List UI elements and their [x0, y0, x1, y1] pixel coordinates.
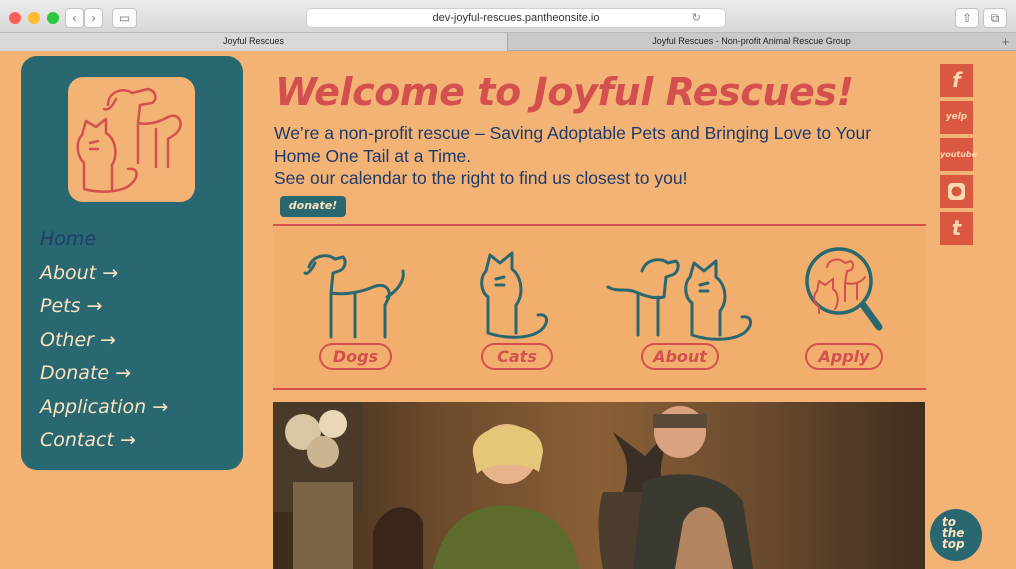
- hero-photo: [273, 402, 925, 569]
- dog-cat-logo-icon: [76, 87, 182, 193]
- magnifier-icon: [805, 247, 883, 331]
- minimize-window-button[interactable]: [28, 12, 40, 24]
- url-text: dev-joyful-rescues.pantheonsite.io: [432, 12, 600, 24]
- instagram-icon[interactable]: [940, 175, 973, 208]
- nav-contact[interactable]: Contact →: [40, 425, 168, 459]
- tabs-overview-icon[interactable]: ⧉: [983, 8, 1007, 28]
- address-bar[interactable]: dev-joyful-rescues.pantheonsite.io ↻: [306, 8, 726, 28]
- tumblr-icon[interactable]: t: [940, 212, 973, 245]
- category-about[interactable]: About: [598, 227, 768, 389]
- back-icon[interactable]: ‹: [65, 8, 84, 28]
- category-dogs[interactable]: Dogs: [293, 227, 433, 389]
- nav-about[interactable]: About →: [40, 258, 168, 292]
- back-to-top-button[interactable]: to the top: [930, 509, 982, 561]
- sidebar-toggle-icon[interactable]: ▭: [112, 8, 137, 28]
- totop-line-3: top: [942, 537, 965, 551]
- yelp-icon[interactable]: yelp: [940, 101, 973, 134]
- new-tab-button[interactable]: +: [995, 33, 1016, 51]
- category-label: Dogs: [319, 343, 392, 370]
- nav-home[interactable]: Home: [40, 224, 168, 258]
- intro-line-1: We’re a non-profit rescue – Saving Adopt…: [274, 123, 872, 166]
- category-label: About: [641, 343, 719, 370]
- page: Home About → Pets → Other → Donate → App…: [0, 52, 1016, 569]
- social-links: f yelp youtube t: [940, 64, 977, 249]
- sidebar: Home About → Pets → Other → Donate → App…: [21, 56, 243, 470]
- share-icon[interactable]: ⇧: [955, 8, 979, 28]
- tab-2[interactable]: Joyful Rescues - Non-profit Animal Rescu…: [509, 33, 994, 51]
- nav-donate[interactable]: Donate →: [40, 358, 168, 392]
- close-window-button[interactable]: [9, 12, 21, 24]
- reload-icon[interactable]: ↻: [692, 9, 701, 27]
- nav-pets[interactable]: Pets →: [40, 291, 168, 325]
- tab-label: Joyful Rescues - Non-profit Animal Rescu…: [652, 36, 851, 46]
- forward-icon[interactable]: ›: [84, 8, 103, 28]
- nav-application[interactable]: Application →: [40, 392, 168, 426]
- logo[interactable]: [68, 77, 195, 202]
- intro-text: We’re a non-profit rescue – Saving Adopt…: [274, 122, 914, 190]
- facebook-icon[interactable]: f: [940, 64, 973, 97]
- browser-toolbar: ‹ › ▭ dev-joyful-rescues.pantheonsite.io…: [0, 0, 1016, 33]
- category-links: Dogs Cats About Apply: [273, 227, 926, 389]
- nav-other[interactable]: Other →: [40, 325, 168, 359]
- divider-bottom: [273, 388, 926, 390]
- donate-button[interactable]: donate!: [280, 196, 346, 217]
- cat-icon: [480, 251, 548, 339]
- category-apply[interactable]: Apply: [793, 227, 933, 389]
- main-nav: Home About → Pets → Other → Donate → App…: [40, 224, 168, 459]
- tab-bar: Joyful Rescues Joyful Rescues - Non-prof…: [0, 33, 1016, 51]
- intro-line-2: See our calendar to the right to find us…: [274, 168, 688, 188]
- dog-and-cat-icon: [606, 258, 752, 341]
- page-title: Welcome to Joyful Rescues!: [275, 70, 854, 114]
- divider-top: [273, 224, 926, 226]
- tab-active[interactable]: Joyful Rescues: [0, 33, 508, 51]
- zoom-window-button[interactable]: [47, 12, 59, 24]
- family-with-dogs-photo: [273, 402, 753, 569]
- category-label: Cats: [481, 343, 553, 370]
- youtube-icon[interactable]: youtube: [940, 138, 977, 171]
- category-cats[interactable]: Cats: [468, 227, 608, 389]
- dog-icon: [303, 254, 405, 339]
- category-label: Apply: [805, 343, 883, 370]
- tab-label: Joyful Rescues: [222, 36, 285, 46]
